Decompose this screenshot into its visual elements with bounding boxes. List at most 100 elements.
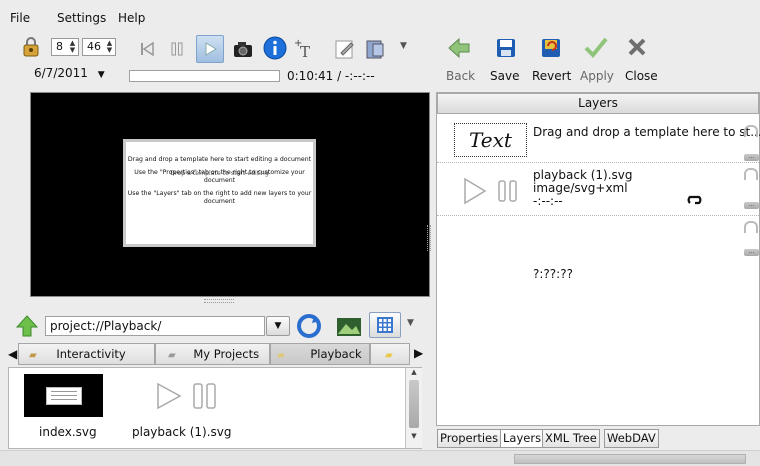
folder-icon: ▰ bbox=[385, 350, 393, 361]
file-list-scrollbar[interactable]: ▲ ▼ bbox=[405, 368, 422, 448]
view-mode-button[interactable] bbox=[369, 312, 401, 338]
path-input[interactable]: project://Playback/ bbox=[45, 316, 265, 336]
spin-left-value: 8 bbox=[56, 40, 63, 53]
lock-icon[interactable] bbox=[744, 125, 758, 137]
spin-right[interactable]: 46 ▲ ▼ bbox=[82, 38, 116, 56]
scroll-down-icon[interactable]: ▼ bbox=[406, 432, 422, 440]
tabs-scroll-right-icon[interactable]: ▶ bbox=[414, 346, 423, 360]
layer-meta: playback (1).svg image/svg+xml -:--:-- bbox=[533, 169, 633, 208]
tab-label: Playback bbox=[310, 347, 362, 361]
hint-line-2: Use the "Properties" tab on the right to… bbox=[126, 169, 313, 185]
path-dropdown-button[interactable]: ▼ bbox=[266, 316, 290, 336]
tab-webdav[interactable]: WebDAV bbox=[604, 429, 659, 448]
info-icon[interactable] bbox=[262, 35, 288, 61]
tab-xml-tree[interactable]: XML Tree bbox=[542, 429, 600, 448]
more-options-icon[interactable]: ... bbox=[744, 202, 759, 209]
layers-panel: Layers Text Drag and drop a template her… bbox=[436, 92, 760, 426]
chevron-down-icon: ▼ bbox=[274, 321, 282, 331]
file-list: index.svg playback (1).svg ▲ ▼ bbox=[8, 367, 422, 449]
folder-icon: ▰ bbox=[29, 350, 37, 361]
edit-icon[interactable] bbox=[332, 36, 358, 62]
tab-more[interactable]: ▰ bbox=[370, 343, 410, 365]
hint-overlap-text: Drop a template to start editing bbox=[170, 170, 269, 177]
template-icon[interactable] bbox=[362, 36, 388, 62]
menu-help[interactable]: Help bbox=[118, 11, 145, 25]
date-value: 6/7/2011 bbox=[34, 66, 88, 80]
spin-right-value: 46 bbox=[87, 40, 101, 53]
template-hint-card: Drag and drop a template here to start e… bbox=[123, 139, 316, 247]
status-bar bbox=[0, 450, 760, 466]
playback-thumb[interactable] bbox=[154, 381, 220, 414]
play-button[interactable] bbox=[196, 35, 224, 63]
layer-time: -:--:-- bbox=[533, 194, 563, 208]
play-icon bbox=[205, 42, 217, 56]
hint-line-1: Drag and drop a template here to start e… bbox=[127, 156, 312, 163]
up-arrow-icon[interactable] bbox=[15, 314, 39, 341]
layer-row-text[interactable]: Text Drag and drop a template here to st… bbox=[437, 115, 760, 163]
chevron-down-icon[interactable]: ▼ bbox=[407, 318, 414, 328]
refresh-icon[interactable] bbox=[296, 313, 322, 342]
spin-arrows-icon[interactable]: ▲ ▼ bbox=[68, 40, 77, 54]
revert-button[interactable]: Revert bbox=[532, 69, 571, 83]
back-icon[interactable] bbox=[447, 37, 471, 62]
layer-description: Drag and drop a template here to st... bbox=[533, 125, 760, 139]
tab-layers[interactable]: Layers bbox=[500, 429, 545, 448]
layers-header: Layers bbox=[437, 93, 759, 114]
pause-icon[interactable] bbox=[164, 36, 190, 62]
tab-label: My Projects bbox=[193, 347, 260, 361]
file-label-playback[interactable]: playback (1).svg bbox=[132, 425, 232, 439]
lock-icon[interactable] bbox=[744, 168, 758, 180]
folder-icon: ▰ bbox=[168, 350, 176, 361]
status-scroll[interactable] bbox=[514, 454, 746, 464]
tab-interactivity[interactable]: ▰ Interactivity bbox=[18, 343, 155, 365]
browser-tabbar: ▰ Interactivity ▰ My Projects ▰ Playback… bbox=[18, 343, 413, 383]
layer-row-empty[interactable]: ?:??:?? ... bbox=[437, 217, 759, 297]
chevron-down-icon[interactable]: ▼ bbox=[400, 41, 407, 51]
folder-icon: ▰ bbox=[277, 350, 285, 361]
image-folder-icon[interactable] bbox=[336, 314, 362, 341]
spin-arrows-icon[interactable]: ▲ ▼ bbox=[105, 40, 114, 54]
file-label-index[interactable]: index.svg bbox=[39, 425, 97, 439]
tab-label: Interactivity bbox=[56, 347, 126, 361]
back-button[interactable]: Back bbox=[446, 69, 475, 83]
time-readout: 0:10:41 / -:--:-- bbox=[287, 69, 375, 83]
layer-row-playback[interactable]: playback (1).svg image/svg+xml -:--:-- .… bbox=[437, 164, 759, 216]
playback-layer-icon bbox=[463, 177, 523, 208]
skip-back-icon[interactable] bbox=[134, 36, 160, 62]
progress-bar[interactable] bbox=[129, 70, 280, 82]
tabs-scroll-left-icon[interactable]: ◀ bbox=[8, 347, 17, 361]
save-button[interactable]: Save bbox=[490, 69, 519, 83]
apply-icon[interactable] bbox=[584, 36, 608, 61]
camera-icon[interactable] bbox=[230, 36, 256, 62]
properties-tabbar: Properties Layers XML Tree WebDAV bbox=[437, 429, 760, 448]
chevron-down-icon: ▼ bbox=[97, 70, 105, 80]
add-text-icon[interactable]: + T bbox=[292, 36, 318, 62]
tab-playback[interactable]: ▰ Playback ✖ bbox=[270, 343, 370, 383]
tab-properties[interactable]: Properties bbox=[437, 429, 502, 448]
save-icon[interactable] bbox=[495, 37, 517, 62]
hint-line-3: Use the "Layers" tab on the right to add… bbox=[127, 190, 312, 205]
spin-left[interactable]: 8 ▲ ▼ bbox=[51, 38, 79, 56]
menu-settings[interactable]: Settings bbox=[57, 11, 106, 25]
date-select[interactable]: 6/7/2011 ▼ bbox=[34, 66, 105, 80]
lock-icon[interactable] bbox=[744, 221, 758, 233]
file-thumb-index[interactable] bbox=[24, 374, 103, 417]
menu-file[interactable]: File bbox=[10, 11, 30, 25]
lock-icon[interactable] bbox=[21, 36, 41, 58]
text-layer-badge: Text bbox=[454, 123, 527, 157]
more-options-icon[interactable]: ... bbox=[744, 249, 759, 256]
menu-bar: File Settings Help bbox=[0, 0, 760, 32]
grid-icon bbox=[377, 317, 393, 333]
close-icon[interactable] bbox=[627, 37, 647, 60]
scroll-thumb[interactable] bbox=[409, 380, 419, 428]
revert-icon[interactable] bbox=[540, 37, 562, 62]
vertical-splitter-handle[interactable] bbox=[427, 225, 431, 251]
tab-my-projects[interactable]: ▰ My Projects bbox=[155, 343, 270, 365]
apply-button[interactable]: Apply bbox=[580, 69, 614, 83]
splitter-handle[interactable] bbox=[204, 299, 234, 303]
loop-icon[interactable] bbox=[687, 194, 703, 209]
svg-text:T: T bbox=[300, 43, 310, 61]
scroll-up-icon[interactable]: ▲ bbox=[406, 368, 422, 376]
close-button[interactable]: Close bbox=[625, 69, 658, 83]
more-options-icon[interactable]: ... bbox=[744, 154, 759, 161]
